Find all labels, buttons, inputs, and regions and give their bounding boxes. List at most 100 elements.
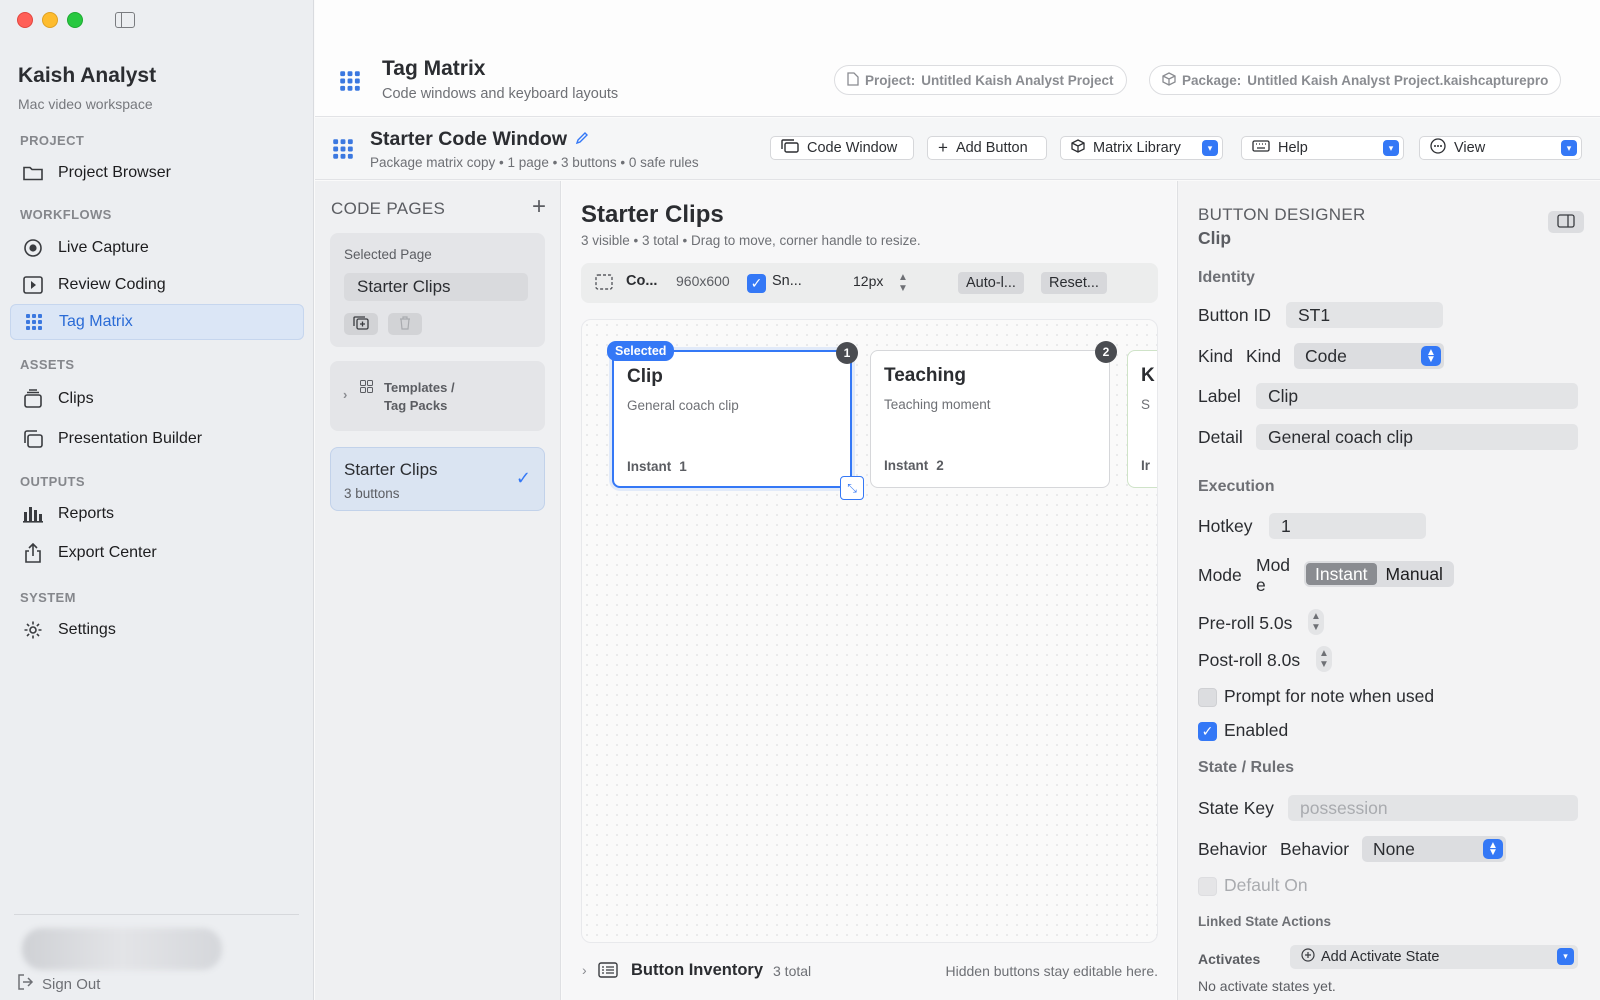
zoom-window-button[interactable] <box>67 12 83 28</box>
label-field[interactable]: Clip <box>1256 383 1578 409</box>
inventory-hint: Hidden buttons stay editable here. <box>945 963 1158 979</box>
auto-layout-button[interactable]: Auto-l... <box>958 272 1024 294</box>
sidebar-item-settings[interactable]: Settings <box>10 612 304 648</box>
resize-handle-icon[interactable]: ⤡ <box>840 476 864 500</box>
card-detail: General coach clip <box>627 398 739 413</box>
grid-icon <box>339 70 361 95</box>
state-key-label: State Key <box>1198 798 1274 818</box>
share-icon <box>22 542 44 564</box>
enabled-label: Enabled <box>1224 720 1289 740</box>
sidebar-item-label: Clips <box>58 390 94 407</box>
sidebar-item-presentation-builder[interactable]: Presentation Builder <box>10 421 304 457</box>
help-dropdown[interactable]: Help ▾ <box>1241 136 1404 160</box>
matrix-button-card-clip[interactable]: Selected 1 Clip General coach clip Insta… <box>607 341 864 500</box>
duplicate-page-button[interactable] <box>344 313 378 335</box>
matrix-button-card-partial[interactable]: K S Ir <box>1127 350 1157 488</box>
state-key-field[interactable]: possession <box>1288 795 1578 821</box>
sidebar-item-reports[interactable]: Reports <box>10 496 304 532</box>
enabled-checkbox[interactable]: ✓ <box>1198 722 1217 741</box>
page-item-starter-clips[interactable]: Starter Clips 3 buttons ✓ <box>330 447 545 511</box>
kind-select[interactable]: Code ▲ ▼ <box>1294 343 1444 369</box>
templates-tag-packs-disclosure[interactable]: › Templates / Tag Packs <box>330 361 545 431</box>
project-label: Project: <box>865 72 916 88</box>
code-pages-panel: CODE PAGES + Selected Page Starter Clips… <box>315 181 561 1000</box>
kind-value: Code <box>1305 345 1347 366</box>
keyboard-icon <box>1252 140 1270 156</box>
grid-size-value: 12px <box>853 273 884 289</box>
sidebar-item-label: Project Browser <box>58 164 171 181</box>
sidebar-item-clips[interactable]: Clips <box>10 381 304 417</box>
prompt-note-label: Prompt for note when used <box>1224 686 1435 706</box>
preroll-stepper[interactable]: ▲ ▼ <box>1308 609 1324 635</box>
sign-out-button[interactable]: Sign Out <box>18 974 100 994</box>
toggle-inspector-button[interactable] <box>1548 211 1584 233</box>
inventory-count: 3 total <box>773 963 812 979</box>
default-on-checkbox[interactable] <box>1198 877 1217 896</box>
canvas-tools-bar: Co... 960x600 ✓ Sn... 12px ▲ ▼ Auto-l... … <box>581 263 1158 303</box>
windows-icon <box>781 139 799 157</box>
close-window-button[interactable] <box>17 12 33 28</box>
sidebar-item-project-browser[interactable]: Project Browser <box>10 155 304 191</box>
package-pill[interactable]: Package: Untitled Kaish Analyst Project.… <box>1149 65 1562 95</box>
hotkey-field[interactable]: 1 <box>1269 513 1426 539</box>
selected-page-field[interactable]: Starter Clips <box>344 273 528 301</box>
mode-instant-segment[interactable]: Instant <box>1306 563 1377 585</box>
state-rules-section: State / Rules <box>1198 759 1295 776</box>
card-title: Teaching <box>884 365 966 386</box>
matrix-canvas-panel: Starter Clips 3 visible • 3 total • Drag… <box>562 181 1176 1000</box>
page-item-title: Starter Clips <box>344 460 438 479</box>
sidebar-item-export-center[interactable]: Export Center <box>10 535 304 571</box>
add-button-button[interactable]: + Add Button <box>927 136 1047 160</box>
page-subtitle: Code windows and keyboard layouts <box>382 86 619 102</box>
prompt-note-checkbox[interactable] <box>1198 688 1217 707</box>
hotkey-badge: 1 <box>836 342 858 364</box>
minimize-window-button[interactable] <box>42 12 58 28</box>
card-title: Clip <box>627 366 663 387</box>
behavior-value: None <box>1373 838 1415 859</box>
sidebar-toggle-icon[interactable] <box>115 12 135 28</box>
sidebar-item-live-capture[interactable]: Live Capture <box>10 230 304 266</box>
user-account-blurred[interactable] <box>22 928 222 970</box>
add-page-button[interactable]: + <box>532 193 546 221</box>
sidebar-item-review-coding[interactable]: Review Coding <box>10 267 304 303</box>
add-activate-label: Add Activate State <box>1321 949 1440 965</box>
mode-manual-segment[interactable]: Manual <box>1377 563 1452 585</box>
selected-tag: Selected <box>607 341 675 361</box>
sidebar: Kaish Analyst Mac video workspace PROJEC… <box>0 0 314 1000</box>
button-id-field[interactable]: ST1 <box>1286 302 1443 328</box>
detail-field[interactable]: General coach clip <box>1256 424 1578 450</box>
project-pill[interactable]: Project: Untitled Kaish Analyst Project <box>834 65 1127 95</box>
matrix-library-dropdown[interactable]: Matrix Library ▾ <box>1060 136 1223 160</box>
activates-label: Activates <box>1198 951 1261 967</box>
button-canvas[interactable]: Selected 1 Clip General coach clip Insta… <box>581 319 1158 943</box>
mode-segmented-control[interactable]: Instant Manual <box>1304 561 1454 587</box>
postroll-label: Post-roll 8.0s <box>1198 650 1301 670</box>
delete-page-button[interactable] <box>388 313 422 335</box>
canvas-tool-co[interactable]: Co... <box>626 273 657 289</box>
sidebar-item-label: Reports <box>58 505 115 522</box>
add-activate-state-dropdown[interactable]: Add Activate State ▾ <box>1290 945 1578 969</box>
snap-label: Sn... <box>772 273 802 289</box>
sidebar-item-tag-matrix[interactable]: Tag Matrix <box>10 304 304 340</box>
button-inventory-bar[interactable]: › Button Inventory 3 total Hidden button… <box>581 949 1158 995</box>
card-hotkey: 1 <box>679 459 687 474</box>
button-designer-panel: BUTTON DESIGNER Clip Identity Button ID … <box>1177 181 1600 1000</box>
postroll-stepper[interactable]: ▲ ▼ <box>1316 646 1332 672</box>
templates-label-line2: Tag Packs <box>384 398 448 413</box>
card-detail: Teaching moment <box>884 397 991 412</box>
inventory-title: Button Inventory <box>631 961 763 979</box>
dashed-rect-icon[interactable] <box>595 274 613 294</box>
linked-state-actions-label: Linked State Actions <box>1198 914 1332 929</box>
selected-page-box: Selected Page Starter Clips <box>330 233 545 347</box>
view-dropdown[interactable]: View ▾ <box>1419 136 1582 160</box>
snap-checkbox[interactable]: ✓ <box>747 274 766 293</box>
behavior-select[interactable]: None ▲ ▼ <box>1362 836 1506 862</box>
default-on-label: Default On <box>1224 875 1308 895</box>
reset-button[interactable]: Reset... <box>1041 272 1107 294</box>
matrix-button-card-teaching[interactable]: 2 Teaching Teaching moment Instant 2 <box>870 341 1117 488</box>
pencil-icon[interactable] <box>575 128 589 151</box>
code-window-button[interactable]: Code Window <box>770 136 914 160</box>
grid-size-stepper[interactable]: ▲ ▼ <box>895 270 911 296</box>
app-title: Kaish Analyst <box>18 64 157 87</box>
code-window-label: Code Window <box>807 140 898 156</box>
